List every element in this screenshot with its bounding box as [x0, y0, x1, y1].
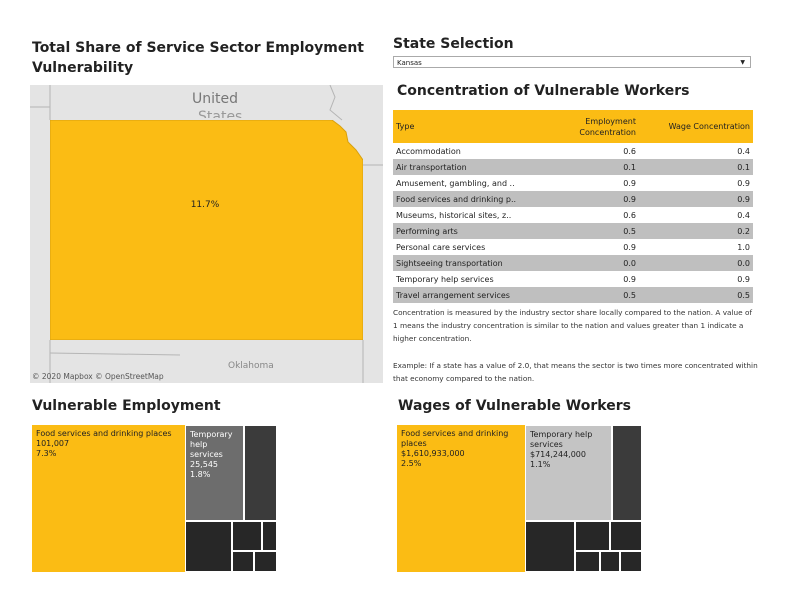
employment-tile-other[interactable]	[244, 425, 277, 521]
state-selection-title: State Selection	[393, 36, 514, 52]
state-map[interactable]: United States 11.7% Oklahoma © 2020 Mapb…	[30, 85, 383, 383]
row-type: Museums, historical sites, z..	[396, 210, 512, 220]
row-type: Temporary help services	[396, 274, 494, 284]
row-wage: 0.4	[737, 210, 750, 220]
table-row[interactable]: Travel arrangement services 0.5 0.5	[393, 287, 753, 303]
row-employment: 0.5	[557, 287, 639, 303]
dropdown-arrow-icon: ▼	[740, 59, 745, 66]
tile-pct: 1.1%	[530, 460, 551, 469]
wages-tile-other[interactable]	[600, 551, 620, 572]
wages-tile-other[interactable]	[612, 425, 642, 521]
employment-tile-other[interactable]	[232, 551, 254, 572]
row-wage: 0.2	[638, 223, 753, 239]
employment-tile-food-services[interactable]: Food services and drinking places 101,00…	[32, 425, 185, 572]
kansas-state-shape[interactable]	[50, 120, 363, 340]
tile-label: Food services and drinking places	[36, 429, 172, 438]
row-type: Accommodation	[396, 146, 461, 156]
employment-tile-other[interactable]	[262, 521, 277, 551]
row-wage: 1.0	[737, 242, 750, 252]
header-employment[interactable]: Employment Concentration	[557, 110, 639, 143]
table-row[interactable]: Performing arts 0.5 0.2	[393, 223, 753, 239]
row-wage: 0.9	[638, 191, 753, 207]
country-label-2: States	[198, 109, 243, 118]
row-type: Performing arts	[393, 223, 558, 239]
employment-tile-other[interactable]	[232, 521, 262, 551]
wages-tile-temporary-help[interactable]: Temporary help services $714,244,000 1.1…	[525, 425, 612, 521]
row-type: Travel arrangement services	[393, 287, 558, 303]
row-wage: 0.4	[737, 146, 750, 156]
row-type: Personal care services	[396, 242, 486, 252]
state-dropdown[interactable]: Kansas ▼	[393, 56, 751, 68]
map-title: Total Share of Service Sector Employment…	[32, 38, 364, 78]
map-attribution[interactable]: © 2020 Mapbox © OpenStreetMap	[32, 372, 164, 381]
wages-tile-other[interactable]	[620, 551, 642, 572]
tile-label-1: Temporary help	[530, 430, 593, 439]
employment-tile-other[interactable]	[254, 551, 277, 572]
employment-tile-other[interactable]	[185, 521, 232, 572]
table-row[interactable]: Amusement, gambling, and .. 0.9 0.9	[393, 175, 753, 191]
wages-tile-other[interactable]	[525, 521, 575, 572]
wages-title: Wages of Vulnerable Workers	[398, 398, 631, 414]
neighbor-state-label: Oklahoma	[228, 361, 274, 371]
row-employment: 0.6	[623, 210, 636, 220]
table-row[interactable]: Personal care services 0.9 1.0	[393, 239, 753, 255]
tile-pct: 2.5%	[401, 459, 422, 468]
row-type: Food services and drinking p..	[393, 191, 558, 207]
table-row[interactable]: Accommodation 0.6 0.4	[393, 143, 753, 159]
wages-tile-other[interactable]	[610, 521, 642, 551]
row-wage: 0.5	[638, 287, 753, 303]
state-share-value: 11.7%	[190, 200, 220, 210]
concentration-title: Concentration of Vulnerable Workers	[397, 83, 690, 99]
row-type: Sightseeing transportation	[393, 255, 558, 271]
tile-label-2: help	[190, 440, 208, 449]
employment-tile-temporary-help[interactable]: Temporary help services 25,545 1.8%	[185, 425, 244, 521]
header-wage[interactable]: Wage Concentration	[638, 110, 753, 143]
row-type: Air transportation	[393, 159, 558, 175]
state-dropdown-value: Kansas	[397, 59, 422, 67]
table-row[interactable]: Air transportation 0.1 0.1	[393, 159, 753, 175]
tile-label-2: places	[401, 439, 427, 448]
row-wage: 0.9	[737, 178, 750, 188]
table-row[interactable]: Temporary help services 0.9 0.9	[393, 271, 753, 287]
tile-label-2: services	[530, 440, 563, 449]
row-employment: 0.9	[623, 178, 636, 188]
row-employment: 0.1	[557, 159, 639, 175]
header-type[interactable]: Type	[393, 110, 558, 143]
table-header-row: Type Employment Concentration Wage Conce…	[393, 110, 753, 143]
row-employment: 0.9	[623, 274, 636, 284]
row-employment: 0.9	[623, 242, 636, 252]
tile-value: $1,610,933,000	[401, 449, 465, 458]
header-employment-line2: Concentration	[579, 127, 636, 137]
wages-tile-food-services[interactable]: Food services and drinking places $1,610…	[397, 425, 525, 572]
tile-pct: 1.8%	[190, 470, 211, 479]
wages-tile-other[interactable]	[575, 551, 600, 572]
wages-tile-other[interactable]	[575, 521, 610, 551]
row-employment: 0.5	[557, 223, 639, 239]
tile-value: 101,007	[36, 439, 70, 448]
concentration-example: Example: If a state has a value of 2.0, …	[393, 361, 758, 383]
header-employment-line1: Employment	[585, 116, 636, 126]
tile-value: $714,244,000	[530, 450, 586, 459]
employment-title: Vulnerable Employment	[32, 398, 221, 414]
map-title-line2: Vulnerability	[32, 60, 134, 76]
row-employment: 0.0	[557, 255, 639, 271]
concentration-note: Concentration is measured by the industr…	[393, 308, 753, 343]
tile-label-3: services	[190, 450, 223, 459]
tile-label-1: Temporary	[190, 430, 233, 439]
row-type: Amusement, gambling, and ..	[396, 178, 515, 188]
tile-value: 25,545	[190, 460, 218, 469]
country-label: United	[192, 91, 238, 107]
tile-pct: 7.3%	[36, 449, 57, 458]
table-row[interactable]: Food services and drinking p.. 0.9 0.9	[393, 191, 753, 207]
table-row[interactable]: Museums, historical sites, z.. 0.6 0.4	[393, 207, 753, 223]
concentration-table: Type Employment Concentration Wage Conce…	[393, 110, 753, 303]
row-wage: 0.1	[638, 159, 753, 175]
row-wage: 0.9	[737, 274, 750, 284]
tile-label-1: Food services and drinking	[401, 429, 509, 438]
row-employment: 0.9	[557, 191, 639, 207]
row-employment: 0.6	[623, 146, 636, 156]
table-row[interactable]: Sightseeing transportation 0.0 0.0	[393, 255, 753, 271]
row-wage: 0.0	[638, 255, 753, 271]
map-title-line1: Total Share of Service Sector Employment	[32, 40, 364, 56]
